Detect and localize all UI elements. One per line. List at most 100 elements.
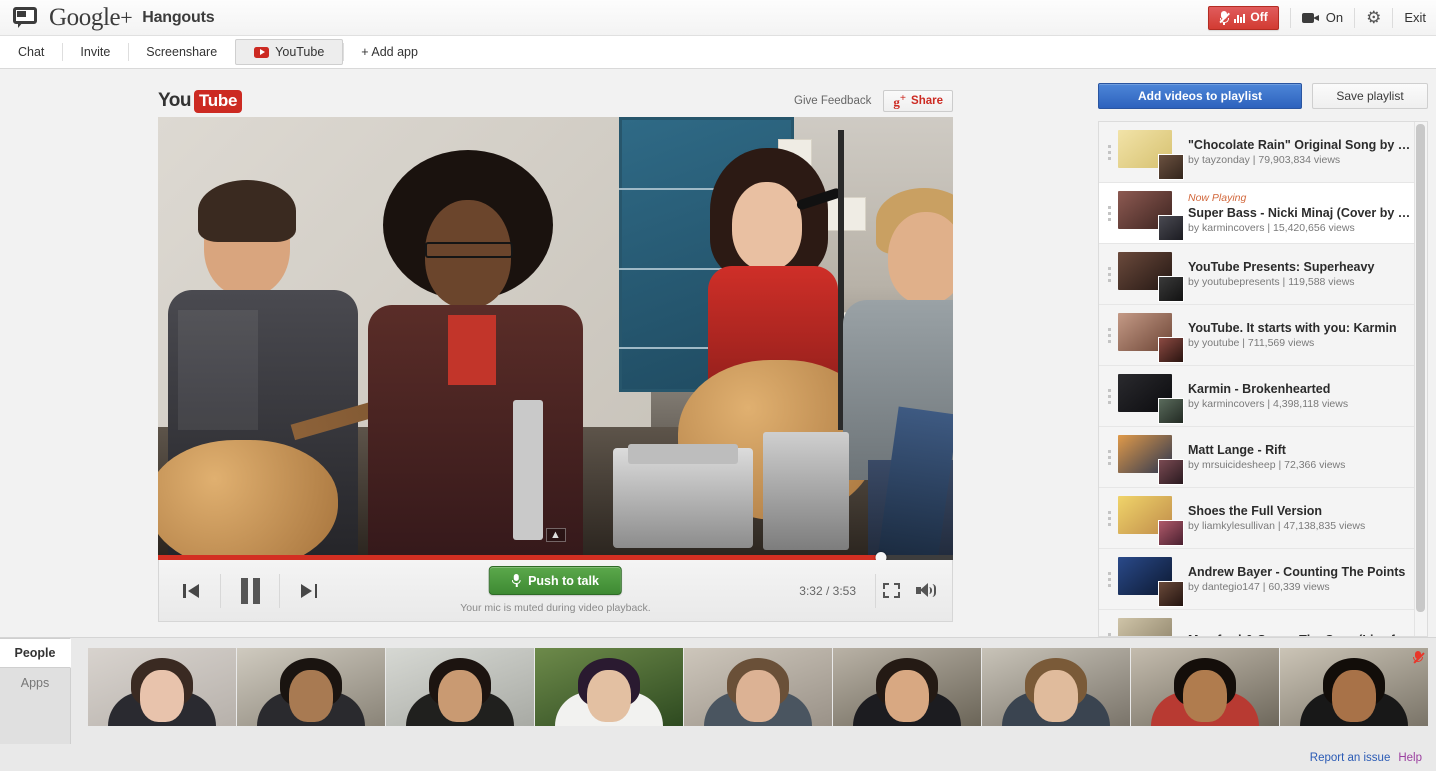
drag-handle-icon[interactable]: [1099, 449, 1115, 465]
participant-face: [736, 670, 780, 722]
save-playlist-button[interactable]: Save playlist: [1312, 83, 1428, 109]
playlist-thumbnail: [1118, 618, 1178, 636]
mic-toggle-button[interactable]: Off: [1208, 5, 1279, 30]
playlist-item-title: YouTube. It starts with you: Karmin: [1188, 321, 1397, 335]
playlist-thumbnail: [1118, 191, 1184, 241]
divider: [1289, 7, 1291, 28]
participant-tile[interactable]: [237, 648, 385, 726]
mic-state-label: Off: [1250, 10, 1268, 24]
participant-tile[interactable]: [982, 648, 1130, 726]
playlist-item-title: Matt Lange - Rift: [1188, 443, 1286, 457]
avatar: [1158, 520, 1184, 546]
mic-level-icon: [1234, 13, 1246, 23]
volume-on-icon[interactable]: [916, 582, 938, 599]
playlist-item-text: YouTube Presents: Superheavy by youtubepr…: [1188, 259, 1413, 289]
app-tab-add-app[interactable]: + Add app: [343, 40, 436, 64]
playlist-scrollbar[interactable]: [1414, 122, 1427, 636]
video-progress-handle[interactable]: [875, 552, 887, 560]
playlist-scrollbar-thumb[interactable]: [1416, 124, 1425, 612]
bottom-tab-apps[interactable]: Apps: [0, 668, 70, 698]
video-viewport[interactable]: ▲: [158, 117, 953, 560]
video-camera-icon: [1301, 12, 1320, 24]
playlist-item[interactable]: Now Playing Super Bass - Nicki Minaj (Cov…: [1099, 183, 1427, 244]
drag-handle-icon[interactable]: [1099, 510, 1115, 526]
report-issue-link[interactable]: Report an issue: [1310, 752, 1391, 764]
help-link[interactable]: Help: [1398, 752, 1422, 764]
app-tab-youtube[interactable]: YouTube: [235, 39, 344, 65]
playlist-thumbnail: [1118, 374, 1184, 424]
divider: [875, 573, 876, 608]
participant-tile[interactable]: [535, 648, 683, 726]
app-tab-chat[interactable]: Chat: [0, 40, 62, 64]
playlist-item[interactable]: "Chocolate Rain" Original Song by T… by t…: [1099, 122, 1427, 183]
participant-tile[interactable]: [88, 648, 236, 726]
playlist-item[interactable]: Shoes the Full Version by liamkylesulliva…: [1099, 488, 1427, 549]
participant-face: [140, 670, 184, 722]
drag-handle-icon[interactable]: [1099, 388, 1115, 404]
exit-label: Exit: [1404, 10, 1426, 25]
mic-off-icon: [1413, 651, 1425, 665]
settings-button[interactable]: ⚙: [1366, 9, 1381, 26]
gear-icon: ⚙: [1366, 8, 1382, 27]
divider: [1392, 7, 1394, 28]
chevron-up-icon[interactable]: ▲: [545, 528, 566, 542]
video-thumbnail-image: [1118, 618, 1172, 636]
give-feedback-link[interactable]: Give Feedback: [794, 95, 871, 107]
now-playing-label: Now Playing: [1188, 191, 1247, 204]
previous-button[interactable]: [171, 571, 211, 611]
playlist-thumbnail: [1118, 496, 1184, 546]
playlist-item-title: Karmin - Brokenhearted: [1188, 382, 1331, 396]
participant-tile[interactable]: [1280, 648, 1428, 726]
app-tab-invite[interactable]: Invite: [62, 40, 128, 64]
main-stage: You Tube Give Feedback g+ Share ▲ Push t…: [0, 69, 1436, 637]
playlist-item[interactable]: Andrew Bayer - Counting The Points by dan…: [1099, 549, 1427, 610]
app-tab-strip: Chat Invite Screenshare YouTube + Add app: [0, 36, 1436, 69]
participant-face: [885, 670, 929, 722]
playlist-item[interactable]: Matt Lange - Rift by mrsuicidesheep | 72,…: [1099, 427, 1427, 488]
playlist-item[interactable]: Karmin - Brokenhearted by karmincovers | …: [1099, 366, 1427, 427]
drag-handle-icon[interactable]: [1099, 327, 1115, 343]
playlist-item[interactable]: Mumford & Sons - The Cave (Live fro: [1099, 610, 1427, 636]
bottom-bar: People Apps Report an issue Help: [0, 637, 1436, 771]
drag-handle-icon[interactable]: [1099, 144, 1115, 160]
push-to-talk-label: Push to talk: [528, 573, 599, 588]
push-to-talk-group: Push to talk Your mic is muted during vi…: [460, 566, 651, 614]
drag-handle-icon[interactable]: [1099, 571, 1115, 587]
push-to-talk-button[interactable]: Push to talk: [489, 566, 622, 595]
exit-button[interactable]: Exit: [1404, 10, 1426, 25]
playlist-item-title: Super Bass - Nicki Minaj (Cover by @…: [1188, 205, 1413, 220]
participant-tile[interactable]: [386, 648, 534, 726]
pause-button[interactable]: [230, 571, 270, 611]
drag-handle-icon[interactable]: [1099, 266, 1115, 282]
avatar: [1158, 276, 1184, 302]
participant-face: [438, 670, 482, 722]
camera-state-label: On: [1325, 10, 1344, 25]
camera-toggle-button[interactable]: On: [1301, 10, 1344, 25]
playlist-item[interactable]: YouTube. It starts with you: Karmin by yo…: [1099, 305, 1427, 366]
playlist-item-text: Matt Lange - Rift by mrsuicidesheep | 72,…: [1188, 442, 1413, 472]
youtube-player: You Tube Give Feedback g+ Share ▲ Push t…: [158, 85, 953, 622]
drag-handle-icon[interactable]: [1099, 205, 1115, 221]
playlist-item[interactable]: YouTube Presents: Superheavy by youtubepr…: [1099, 244, 1427, 305]
participant-tile[interactable]: [1131, 648, 1279, 726]
avatar: [1158, 581, 1184, 607]
avatar: [1158, 154, 1184, 180]
player-right-controls: 3:32 / 3:53: [799, 573, 952, 608]
add-videos-to-playlist-button[interactable]: Add videos to playlist: [1098, 83, 1302, 109]
video-frame-content: [158, 117, 953, 560]
bottom-tab-people[interactable]: People: [0, 638, 71, 668]
playlist-item-text: Shoes the Full Version by liamkylesulliva…: [1188, 503, 1413, 533]
player-header: You Tube Give Feedback g+ Share: [158, 85, 953, 117]
app-tab-screenshare[interactable]: Screenshare: [128, 40, 235, 64]
participant-tile[interactable]: [833, 648, 981, 726]
playlist-item-title: YouTube Presents: Superheavy: [1188, 260, 1375, 274]
share-label: Share: [911, 95, 943, 107]
google-plus-share-icon: g+: [893, 92, 907, 110]
fullscreen-icon[interactable]: [883, 583, 900, 598]
next-button[interactable]: [289, 571, 329, 611]
app-tab-label: Screenshare: [146, 45, 218, 59]
participant-tile[interactable]: [684, 648, 832, 726]
youtube-icon: [254, 46, 270, 58]
share-button[interactable]: g+ Share: [883, 90, 953, 112]
microphone-icon: [512, 574, 522, 587]
